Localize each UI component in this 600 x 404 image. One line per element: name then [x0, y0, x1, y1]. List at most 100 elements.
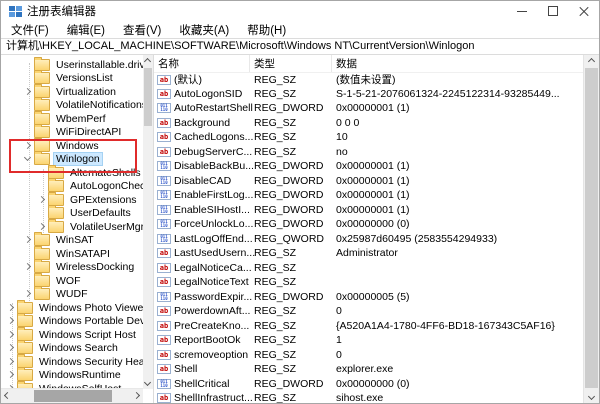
tree-item[interactable]: Windows Portable Devices: [1, 315, 153, 329]
scroll-down-icon[interactable]: [143, 378, 153, 389]
registry-value-row[interactable]: ab Shell REG_SZ explorer.exe: [154, 362, 584, 377]
registry-editor-window: 注册表编辑器 文件(F) 编辑(E) 查看(V) 收藏夹(A) 帮助(H) 计算…: [0, 0, 600, 404]
value-name: LegalNoticeCa...: [174, 262, 252, 274]
scroll-down-icon[interactable]: [584, 392, 599, 403]
registry-value-row[interactable]: 011 110 LastLogOffEnd... REG_QWORD 0x259…: [154, 232, 584, 247]
column-header-data[interactable]: 数据: [332, 55, 584, 72]
value-data: explorer.exe: [332, 363, 584, 375]
string-value-icon: ab: [157, 89, 171, 99]
tree-item[interactable]: WinSAT: [1, 234, 153, 248]
value-data: S-1-5-21-2076061324-2245122314-93285449.…: [332, 88, 584, 100]
registry-value-row[interactable]: ab scremoveoption REG_SZ 0: [154, 348, 584, 363]
registry-value-row[interactable]: ab LegalNoticeText REG_SZ: [154, 275, 584, 290]
value-data: {A520A1A4-1780-4FF6-BD18-167343C5AF16}: [332, 320, 584, 332]
minimize-button[interactable]: [506, 1, 537, 21]
chevron-icon[interactable]: [23, 87, 34, 97]
registry-value-row[interactable]: ab LastUsedUsern... REG_SZ Administrator: [154, 246, 584, 261]
tree-item[interactable]: WbemPerf: [1, 112, 153, 126]
list-vertical-scrollbar[interactable]: [583, 55, 599, 403]
menu-view[interactable]: 查看(V): [114, 22, 170, 38]
chevron-icon[interactable]: [6, 303, 17, 313]
registry-value-row[interactable]: ab Background REG_SZ 0 0 0: [154, 116, 584, 131]
registry-value-row[interactable]: ab ShellInfrastruct... REG_SZ sihost.exe: [154, 391, 584, 403]
chevron-icon[interactable]: [6, 330, 17, 340]
registry-app-icon: [9, 6, 22, 17]
registry-value-row[interactable]: ab LegalNoticeCa... REG_SZ: [154, 261, 584, 276]
scroll-up-icon[interactable]: [584, 55, 599, 66]
registry-value-row[interactable]: 011 110 PasswordExpir... REG_DWORD 0x000…: [154, 290, 584, 305]
menu-help[interactable]: 帮助(H): [238, 22, 295, 38]
chevron-icon[interactable]: [6, 370, 17, 380]
tree-item[interactable]: VolatileUserMgrK: [1, 220, 153, 234]
registry-value-row[interactable]: ab DebugServerC... REG_SZ no: [154, 145, 584, 160]
registry-value-row[interactable]: 011 110 DisableCAD REG_DWORD 0x00000001 …: [154, 174, 584, 189]
tree-vertical-scrollbar[interactable]: [143, 55, 153, 389]
registry-value-row[interactable]: ab ReportBootOk REG_SZ 1: [154, 333, 584, 348]
maximize-button[interactable]: [537, 1, 568, 21]
registry-value-row[interactable]: 011 110 AutoRestartShell REG_DWORD 0x000…: [154, 101, 584, 116]
registry-value-row[interactable]: 011 110 EnableSIHostI... REG_DWORD 0x000…: [154, 203, 584, 218]
tree-hscrollbar-thumb[interactable]: [34, 390, 112, 402]
value-type: REG_SZ: [250, 74, 332, 86]
registry-value-row[interactable]: ab PreCreateKno... REG_SZ {A520A1A4-1780…: [154, 319, 584, 334]
string-value-icon: ab: [157, 393, 171, 403]
tree-item[interactable]: WirelessDocking: [1, 261, 153, 275]
tree-item[interactable]: UserDefaults: [1, 207, 153, 221]
chevron-icon[interactable]: [6, 343, 17, 353]
folder-icon: [48, 207, 64, 219]
menu-file[interactable]: 文件(F): [2, 22, 58, 38]
chevron-icon[interactable]: [23, 262, 34, 272]
chevron-icon: [23, 114, 34, 124]
chevron-icon[interactable]: [23, 289, 34, 299]
chevron-icon[interactable]: [23, 235, 34, 245]
registry-value-row[interactable]: 011 110 DisableBackBu... REG_DWORD 0x000…: [154, 159, 584, 174]
tree-item[interactable]: WiFiDirectAPI: [1, 126, 153, 140]
chevron-icon[interactable]: [6, 357, 17, 367]
chevron-icon[interactable]: [6, 316, 17, 326]
tree-horizontal-scrollbar[interactable]: [1, 388, 143, 403]
registry-value-row[interactable]: ab (默认) REG_SZ (数值未设置): [154, 72, 584, 87]
registry-value-row[interactable]: 011 110 ForceUnlockLo... REG_DWORD 0x000…: [154, 217, 584, 232]
registry-value-row[interactable]: ab PowerdownAft... REG_SZ 0: [154, 304, 584, 319]
tree-item[interactable]: VolatileNotifications: [1, 99, 153, 113]
value-data: 0 0 0: [332, 117, 584, 129]
value-name: ShellCritical: [174, 378, 229, 390]
tree-item[interactable]: Virtualization: [1, 85, 153, 99]
tree-scrollbar-thumb[interactable]: [144, 68, 152, 126]
registry-value-row[interactable]: 011 110 ShellCritical REG_DWORD 0x000000…: [154, 377, 584, 392]
registry-value-row[interactable]: ab AutoLogonSID REG_SZ S-1-5-21-20760613…: [154, 87, 584, 102]
registry-value-row[interactable]: ab CachedLogons... REG_SZ 10: [154, 130, 584, 145]
tree-item[interactable]: GPExtensions: [1, 193, 153, 207]
menu-favorites[interactable]: 收藏夹(A): [170, 22, 238, 38]
tree-item[interactable]: WindowsRuntime: [1, 369, 153, 383]
binary-value-icon: 011 110: [157, 234, 171, 244]
tree-item[interactable]: WinSATAPI: [1, 247, 153, 261]
column-header-type[interactable]: 类型: [250, 55, 332, 72]
folder-icon: [34, 59, 50, 71]
tree-item[interactable]: Windows Search: [1, 342, 153, 356]
tree-item-label: GPExtensions: [68, 194, 139, 206]
tree-item[interactable]: WOF: [1, 274, 153, 288]
menu-edit[interactable]: 编辑(E): [58, 22, 114, 38]
chevron-icon: [23, 60, 34, 70]
registry-value-row[interactable]: 011 110 EnableFirstLog... REG_DWORD 0x00…: [154, 188, 584, 203]
value-name: LastLogOffEnd...: [174, 233, 253, 245]
scroll-left-icon[interactable]: [1, 389, 12, 403]
list-scrollbar-thumb[interactable]: [585, 68, 598, 388]
column-header-name[interactable]: 名称: [154, 55, 250, 72]
tree-item[interactable]: Userinstallable.driver: [1, 58, 153, 72]
folder-icon: [17, 329, 33, 341]
tree-item[interactable]: WUDF: [1, 288, 153, 302]
string-value-icon: ab: [157, 306, 171, 316]
chevron-icon[interactable]: [37, 222, 48, 232]
chevron-icon: [23, 127, 34, 137]
scroll-right-icon[interactable]: [132, 389, 143, 403]
tree-item[interactable]: AutoLogonChecke: [1, 180, 153, 194]
scroll-up-icon[interactable]: [143, 55, 153, 66]
value-name: AutoLogonSID: [174, 88, 242, 100]
address-bar[interactable]: 计算机\HKEY_LOCAL_MACHINE\SOFTWARE\Microsof…: [1, 38, 599, 55]
close-button[interactable]: [568, 1, 599, 21]
value-name: AutoRestartShell: [174, 102, 253, 114]
tree-item[interactable]: VersionsList: [1, 72, 153, 86]
chevron-icon[interactable]: [37, 195, 48, 205]
